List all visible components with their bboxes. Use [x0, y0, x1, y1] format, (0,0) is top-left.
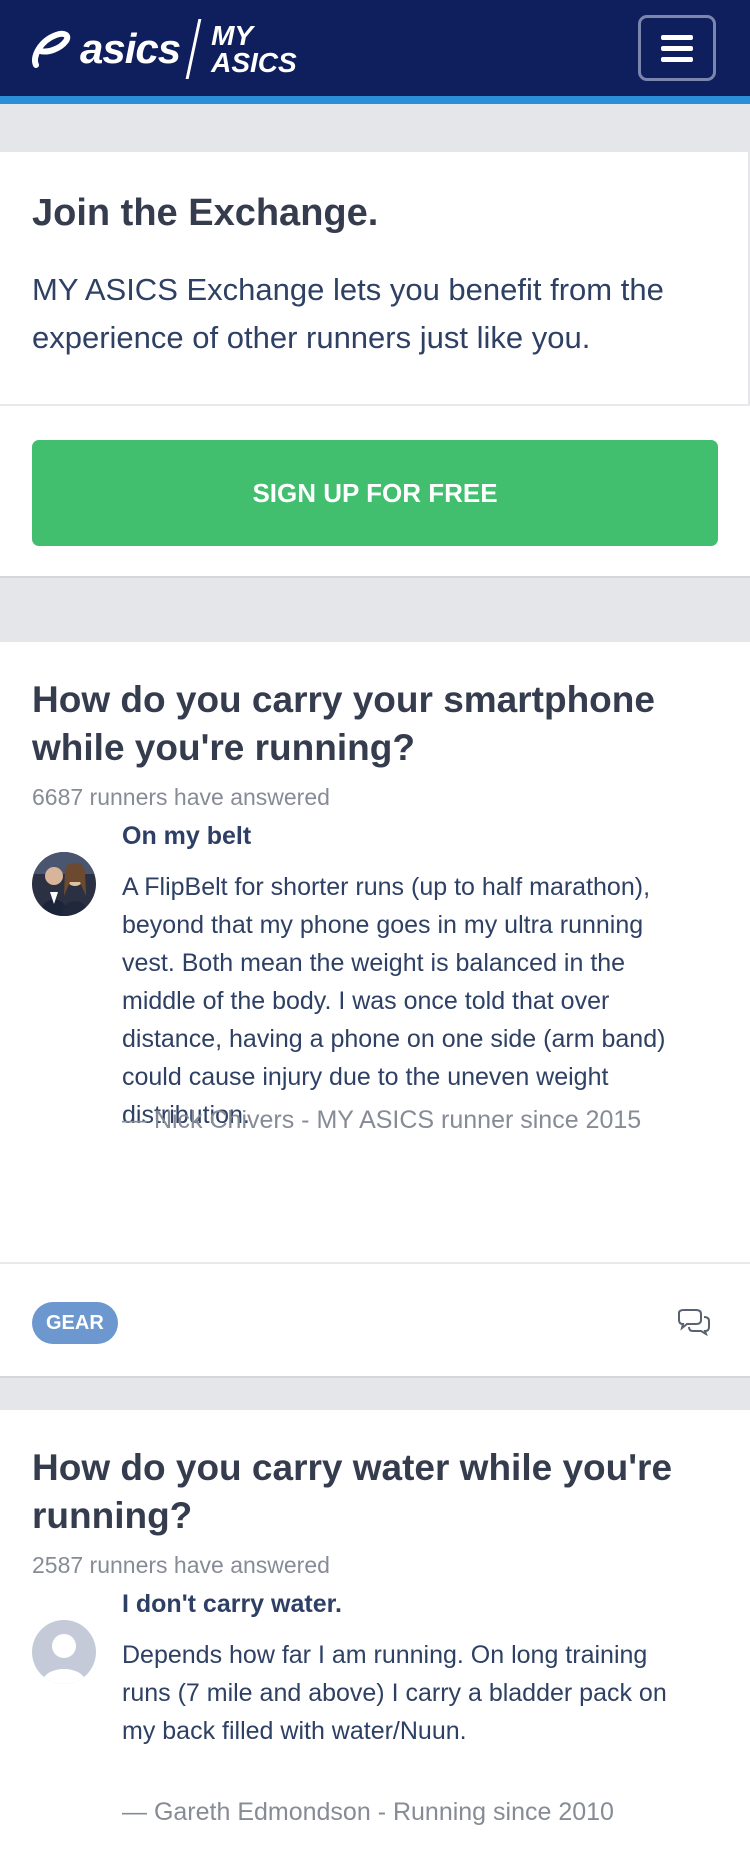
answer-text: Depends how far I am running. On long tr… [122, 1641, 667, 1745]
signup-section: SIGN UP FOR FREE [0, 404, 750, 578]
category-tag[interactable]: GEAR [32, 1302, 118, 1344]
question-title[interactable]: How do you carry water while you're runn… [32, 1444, 712, 1540]
header-accent-stripe [0, 96, 750, 104]
answer-author: — Gareth Edmondson - Running since 2010 [122, 1798, 614, 1826]
answer-heading: I don't carry water. [122, 1590, 342, 1618]
my-asics-line1: MY [211, 20, 254, 51]
logo-divider [185, 19, 202, 79]
my-asics-label: MY ASICS [211, 20, 297, 78]
brand-wordmark: asics [80, 25, 181, 72]
hamburger-menu-icon[interactable] [638, 15, 716, 81]
signup-button[interactable]: SIGN UP FOR FREE [32, 440, 718, 546]
answer-count: 2587 runners have answered [32, 1552, 330, 1578]
question-title[interactable]: How do you carry your smartphone while y… [32, 676, 712, 772]
menu-bar [661, 34, 693, 40]
asics-logo[interactable]: asics MY ASICS [30, 18, 297, 80]
join-title: Join the Exchange. [32, 192, 379, 234]
question-card: How do you carry water while you're runn… [0, 1410, 750, 1872]
avatar[interactable] [32, 852, 96, 916]
avatar[interactable] [32, 1620, 96, 1684]
default-avatar-icon [32, 1620, 96, 1684]
question-footer: GEAR [0, 1262, 750, 1378]
join-exchange-panel: Join the Exchange. MY ASICS Exchange let… [0, 152, 750, 404]
menu-bar [661, 56, 693, 62]
join-description: MY ASICS Exchange lets you benefit from … [32, 272, 664, 355]
answer-author: — Nick Chivers - MY ASICS runner since 2… [122, 1106, 642, 1134]
my-asics-line2: ASICS [211, 47, 297, 78]
answer-text: A FlipBelt for shorter runs (up to half … [122, 873, 666, 1129]
answer-heading: On my belt [122, 822, 252, 850]
answer-count: 6687 runners have answered [32, 784, 330, 810]
menu-bar [661, 45, 693, 51]
comments-icon[interactable] [676, 1308, 712, 1336]
avatar-photo-icon [32, 852, 96, 916]
top-header: asics MY ASICS [0, 0, 750, 96]
asics-stripes-icon [32, 30, 71, 68]
question-card: How do you carry your smartphone while y… [0, 642, 750, 1262]
